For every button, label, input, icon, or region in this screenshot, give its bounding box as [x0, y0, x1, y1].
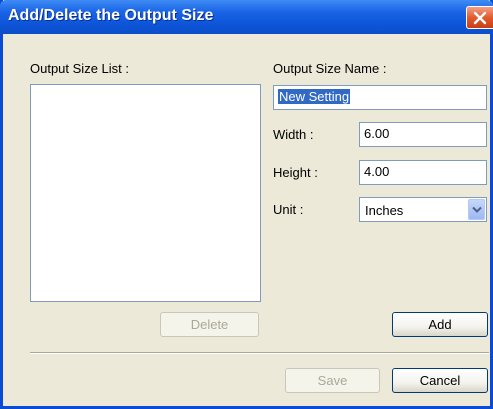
window-title: Add/Delete the Output Size — [8, 7, 214, 24]
close-icon — [473, 11, 487, 25]
unit-dropdown-button[interactable] — [468, 199, 485, 220]
cancel-button[interactable]: Cancel — [392, 368, 488, 393]
unit-label: Unit : — [273, 202, 304, 217]
height-label: Height : — [273, 165, 318, 180]
width-input[interactable]: 6.00 — [359, 122, 487, 147]
height-input[interactable]: 4.00 — [359, 160, 487, 185]
width-value: 6.00 — [364, 126, 390, 141]
width-label: Width : — [273, 127, 314, 142]
output-size-list-label: Output Size List : — [30, 61, 129, 76]
title-bar[interactable]: Add/Delete the Output Size — [0, 0, 493, 34]
add-button[interactable]: Add — [392, 312, 488, 337]
delete-button[interactable]: Delete — [160, 312, 259, 337]
output-size-name-label: Output Size Name : — [273, 61, 387, 76]
unit-select-value: Inches — [365, 203, 404, 218]
divider — [30, 352, 489, 354]
output-size-name-value: New Setting — [278, 89, 351, 104]
dialog-window: Add/Delete the Output Size Output Size L… — [0, 0, 493, 409]
close-button[interactable] — [466, 6, 493, 29]
save-button[interactable]: Save — [285, 368, 380, 393]
chevron-down-icon — [472, 206, 482, 213]
unit-select[interactable]: Inches — [359, 197, 487, 222]
height-value: 4.00 — [364, 164, 390, 179]
output-size-list[interactable] — [30, 84, 261, 302]
output-size-name-input[interactable]: New Setting — [273, 85, 487, 110]
